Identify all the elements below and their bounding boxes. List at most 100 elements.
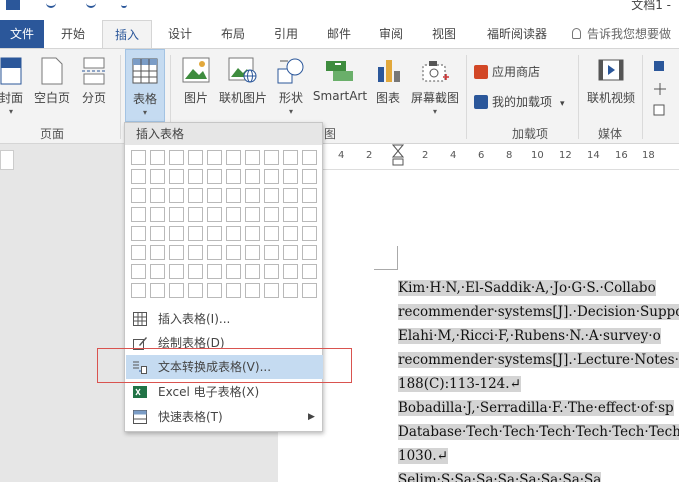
table-grid-cell[interactable]	[131, 245, 146, 260]
table-grid-cell[interactable]	[226, 245, 241, 260]
table-grid-cell[interactable]	[131, 169, 146, 184]
table-grid-cell[interactable]	[188, 226, 203, 241]
table-grid-cell[interactable]	[226, 283, 241, 298]
table-grid-cell[interactable]	[207, 226, 222, 241]
table-grid-cell[interactable]	[169, 188, 184, 203]
table-grid-cell[interactable]	[207, 283, 222, 298]
table-grid-cell[interactable]	[245, 150, 260, 165]
table-grid-cell[interactable]	[131, 283, 146, 298]
tab-foxit[interactable]: 福昕阅读器	[477, 20, 557, 48]
table-grid-cell[interactable]	[302, 188, 317, 203]
table-grid-cell[interactable]	[188, 150, 203, 165]
table-grid-cell[interactable]	[226, 188, 241, 203]
table-grid-cell[interactable]	[283, 188, 298, 203]
table-grid-cell[interactable]	[302, 283, 317, 298]
table-grid-cell[interactable]	[207, 207, 222, 222]
table-grid-cell[interactable]	[283, 169, 298, 184]
table-grid-cell[interactable]	[245, 207, 260, 222]
table-grid-cell[interactable]	[245, 226, 260, 241]
table-grid-cell[interactable]	[264, 264, 279, 279]
chart-button[interactable]: 图表	[370, 49, 406, 125]
table-grid-cell[interactable]	[302, 169, 317, 184]
table-grid-cell[interactable]	[169, 150, 184, 165]
table-grid-cell[interactable]	[207, 245, 222, 260]
table-grid-cell[interactable]	[169, 245, 184, 260]
links-group-icons[interactable]	[652, 59, 672, 119]
table-grid-cell[interactable]	[264, 150, 279, 165]
table-grid-cell[interactable]	[169, 283, 184, 298]
table-grid-cell[interactable]	[226, 207, 241, 222]
table-grid-cell[interactable]	[131, 150, 146, 165]
table-grid-cell[interactable]	[264, 245, 279, 260]
table-grid-cell[interactable]	[131, 226, 146, 241]
table-grid-cell[interactable]	[245, 264, 260, 279]
table-grid-cell[interactable]	[131, 188, 146, 203]
tab-references[interactable]: 引用	[261, 20, 311, 48]
tab-home[interactable]: 开始	[48, 20, 98, 48]
table-grid-cell[interactable]	[283, 150, 298, 165]
shapes-button[interactable]: 形状 ▾	[272, 49, 310, 125]
table-grid-cell[interactable]	[188, 207, 203, 222]
table-grid-cell[interactable]	[302, 150, 317, 165]
table-grid-cell[interactable]	[188, 264, 203, 279]
table-button[interactable]: 表格 ▾	[125, 49, 165, 122]
blank-page-button[interactable]: 空白页	[30, 49, 74, 125]
my-addins-button[interactable]: 我的加载项 ▾	[474, 91, 565, 113]
table-grid-cell[interactable]	[188, 169, 203, 184]
table-grid-cell[interactable]	[283, 264, 298, 279]
online-pictures-button[interactable]: 联机图片	[216, 49, 270, 125]
table-grid-cell[interactable]	[131, 207, 146, 222]
online-video-button[interactable]: 联机视频	[582, 49, 640, 125]
table-grid-cell[interactable]	[207, 264, 222, 279]
table-grid-cell[interactable]	[264, 207, 279, 222]
table-grid-cell[interactable]	[150, 169, 165, 184]
table-size-grid[interactable]	[131, 150, 320, 302]
table-grid-cell[interactable]	[169, 226, 184, 241]
tab-mailings[interactable]: 邮件	[314, 20, 364, 48]
tab-file[interactable]: 文件	[0, 20, 44, 48]
indent-marker-icon[interactable]	[392, 144, 404, 170]
table-grid-cell[interactable]	[188, 283, 203, 298]
insert-table-menu-item[interactable]: 插入表格(I)...	[126, 307, 323, 331]
table-grid-cell[interactable]	[264, 226, 279, 241]
excel-spreadsheet-menu-item[interactable]: Excel 电子表格(X)	[126, 380, 323, 404]
store-button[interactable]: 应用商店	[474, 61, 540, 83]
table-grid-cell[interactable]	[207, 150, 222, 165]
table-grid-cell[interactable]	[226, 264, 241, 279]
table-grid-cell[interactable]	[283, 207, 298, 222]
table-grid-cell[interactable]	[283, 245, 298, 260]
tab-design[interactable]: 设计	[155, 20, 205, 48]
pictures-button[interactable]: 图片	[176, 49, 216, 125]
tab-layout[interactable]: 布局	[208, 20, 258, 48]
table-grid-cell[interactable]	[283, 283, 298, 298]
table-grid-cell[interactable]	[150, 226, 165, 241]
tab-view[interactable]: 视图	[419, 20, 469, 48]
table-grid-cell[interactable]	[226, 226, 241, 241]
document-body[interactable]: Kim·H·N,·El-Saddik·A,·Jo·G·S.·Collabo re…	[398, 276, 679, 482]
table-grid-cell[interactable]	[226, 150, 241, 165]
table-grid-cell[interactable]	[150, 150, 165, 165]
table-grid-cell[interactable]	[207, 169, 222, 184]
table-grid-cell[interactable]	[131, 264, 146, 279]
table-grid-cell[interactable]	[264, 188, 279, 203]
table-grid-cell[interactable]	[302, 245, 317, 260]
smartart-button[interactable]: SmartArt	[312, 49, 368, 125]
table-grid-cell[interactable]	[188, 245, 203, 260]
table-grid-cell[interactable]	[245, 245, 260, 260]
redo-icon[interactable]	[86, 0, 96, 8]
tab-review[interactable]: 审阅	[367, 20, 415, 48]
undo-icon[interactable]	[46, 0, 56, 8]
table-grid-cell[interactable]	[188, 188, 203, 203]
table-grid-cell[interactable]	[302, 226, 317, 241]
screenshot-button[interactable]: 屏幕截图 ▾	[408, 49, 462, 125]
table-grid-cell[interactable]	[264, 283, 279, 298]
table-grid-cell[interactable]	[169, 169, 184, 184]
customize-qat-icon[interactable]	[121, 0, 127, 8]
tell-me-search[interactable]: 告诉我您想要做	[572, 20, 671, 48]
table-grid-cell[interactable]	[264, 169, 279, 184]
table-grid-cell[interactable]	[302, 264, 317, 279]
table-grid-cell[interactable]	[302, 207, 317, 222]
table-grid-cell[interactable]	[169, 264, 184, 279]
table-grid-cell[interactable]	[226, 169, 241, 184]
table-grid-cell[interactable]	[150, 264, 165, 279]
